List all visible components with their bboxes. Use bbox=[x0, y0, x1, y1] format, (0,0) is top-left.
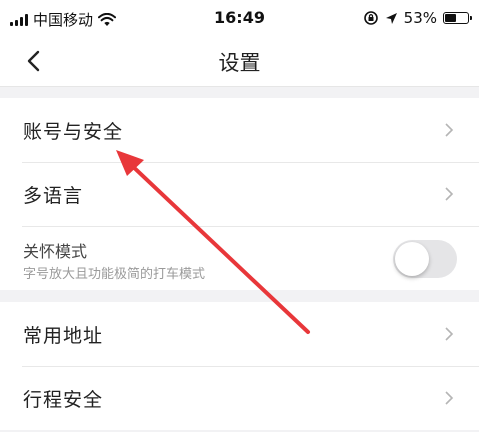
battery-icon bbox=[443, 12, 472, 24]
battery-percent: 53% bbox=[403, 9, 437, 27]
settings-group-trip: 常用地址 行程安全 bbox=[0, 302, 479, 430]
row-common-addresses[interactable]: 常用地址 bbox=[0, 302, 479, 366]
row-common-addresses-label: 常用地址 bbox=[23, 325, 104, 347]
care-mode-subtitle: 字号放大且功能极简的打车模式 bbox=[23, 267, 206, 282]
orientation-lock-icon bbox=[363, 11, 378, 25]
row-account-security[interactable]: 账号与安全 bbox=[0, 98, 479, 162]
care-mode-title: 关怀模式 bbox=[23, 242, 88, 261]
chevron-right-icon bbox=[445, 327, 454, 341]
status-bar: 中国移动 16:49 53% bbox=[0, 0, 479, 36]
row-trip-safety-label: 行程安全 bbox=[23, 389, 104, 411]
battery-level-fill bbox=[445, 14, 456, 22]
status-right: 53% bbox=[363, 9, 472, 27]
care-mode-toggle[interactable] bbox=[393, 240, 457, 278]
location-icon bbox=[385, 12, 397, 24]
settings-screen: 中国移动 16:49 53% 设置 账号与安全 多语言 关怀模式 字号放大且功能… bbox=[0, 0, 479, 432]
chevron-right-icon bbox=[445, 391, 454, 405]
settings-group-account: 账号与安全 多语言 关怀模式 字号放大且功能极简的打车模式 bbox=[0, 98, 479, 290]
row-language-label: 多语言 bbox=[23, 185, 84, 207]
chevron-right-icon bbox=[445, 187, 454, 201]
toggle-knob bbox=[395, 242, 429, 276]
row-care-mode: 关怀模式 字号放大且功能极简的打车模式 bbox=[0, 226, 479, 290]
row-language[interactable]: 多语言 bbox=[0, 162, 479, 226]
row-trip-safety[interactable]: 行程安全 bbox=[0, 366, 479, 430]
navigation-bar: 设置 bbox=[0, 36, 479, 87]
row-account-security-label: 账号与安全 bbox=[23, 121, 124, 143]
chevron-right-icon bbox=[445, 123, 454, 137]
page-title: 设置 bbox=[218, 51, 261, 75]
